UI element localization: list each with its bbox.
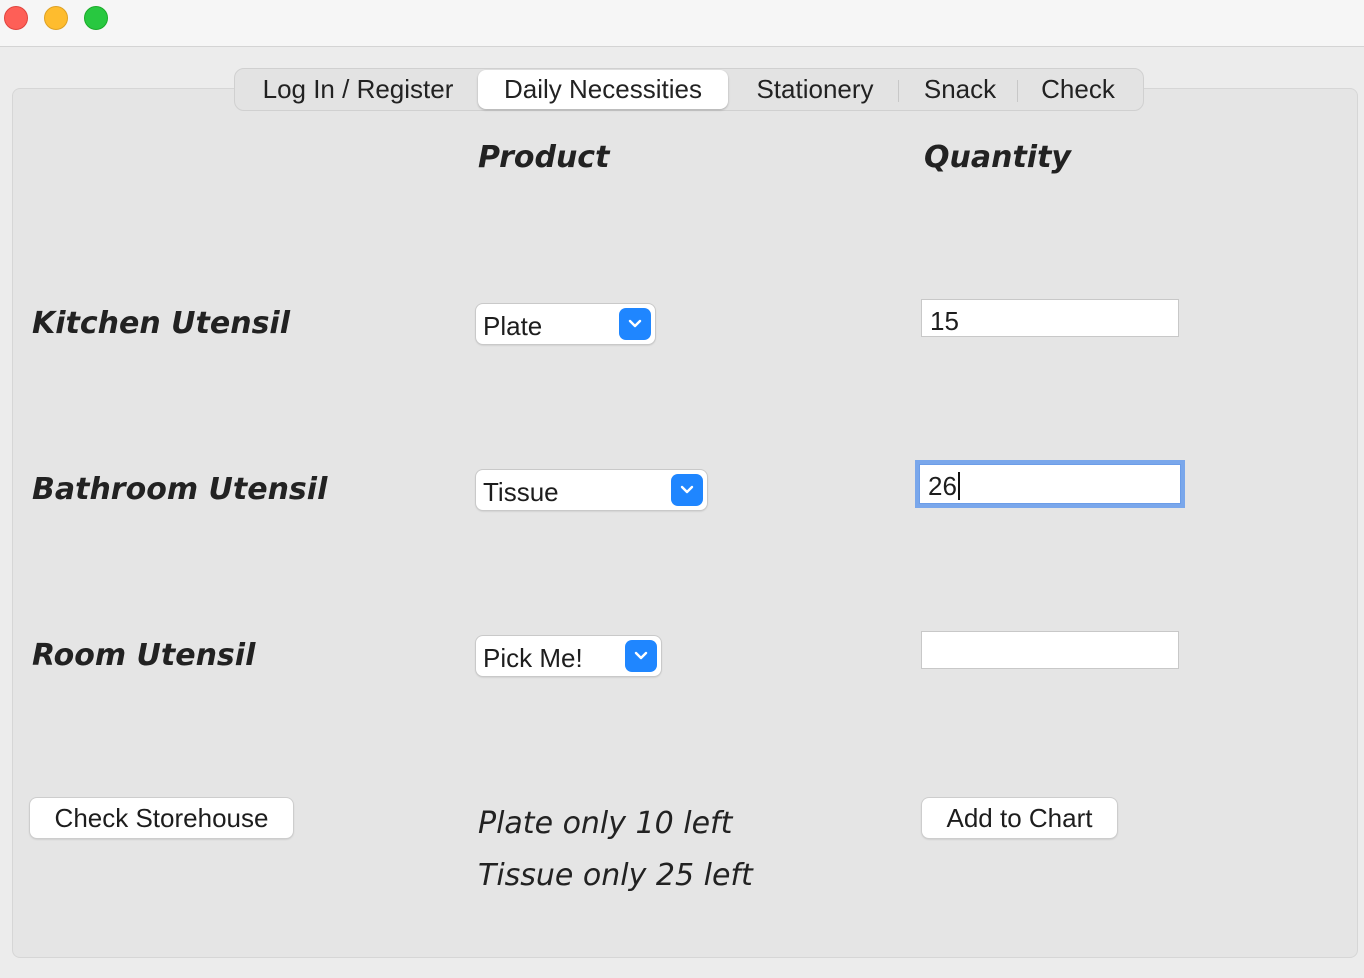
title-bar <box>0 0 1364 47</box>
chevron-down-icon <box>625 640 657 672</box>
select-value: Tissue <box>483 477 559 507</box>
quantity-column-header: Quantity <box>924 140 1071 175</box>
select-value: Plate <box>483 311 543 341</box>
row-label-room-utensil: Room Utensil <box>32 638 256 673</box>
tab-bar: Log In / Register Daily Necessities Stat… <box>234 68 1144 111</box>
row-label-bathroom-utensil: Bathroom Utensil <box>32 472 328 507</box>
room-product-select[interactable]: Pick Me! <box>476 636 661 676</box>
field-value: 26 <box>928 471 957 501</box>
chevron-down-icon <box>671 474 703 506</box>
kitchen-quantity-field[interactable]: 15 <box>921 299 1179 337</box>
bathroom-quantity-field[interactable]: 26 <box>919 464 1181 504</box>
product-column-header: Product <box>478 140 610 175</box>
select-value: Pick Me! <box>483 643 583 673</box>
close-window-button[interactable] <box>4 6 28 30</box>
bathroom-product-select[interactable]: Tissue <box>476 470 707 510</box>
stock-message: Plate only 10 left <box>478 806 733 841</box>
stock-message: Tissue only 25 left <box>478 858 753 893</box>
minimize-window-button[interactable] <box>44 6 68 30</box>
row-label-kitchen-utensil: Kitchen Utensil <box>32 306 290 341</box>
tab-separator <box>898 80 899 102</box>
check-storehouse-button[interactable]: Check Storehouse <box>30 798 293 838</box>
tab-stationery[interactable]: Stationery <box>737 70 893 109</box>
chevron-down-icon <box>619 308 651 340</box>
text-caret <box>957 472 960 501</box>
room-quantity-field[interactable] <box>921 631 1179 669</box>
zoom-window-button[interactable] <box>84 6 108 30</box>
tab-login-register[interactable]: Log In / Register <box>243 70 473 109</box>
kitchen-product-select[interactable]: Plate <box>476 304 655 344</box>
tab-daily-necessities[interactable]: Daily Necessities <box>478 70 728 109</box>
add-to-chart-button[interactable]: Add to Chart <box>922 798 1117 838</box>
tab-snack[interactable]: Snack <box>905 70 1015 109</box>
tab-check[interactable]: Check <box>1025 70 1131 109</box>
tab-separator <box>1017 80 1018 102</box>
